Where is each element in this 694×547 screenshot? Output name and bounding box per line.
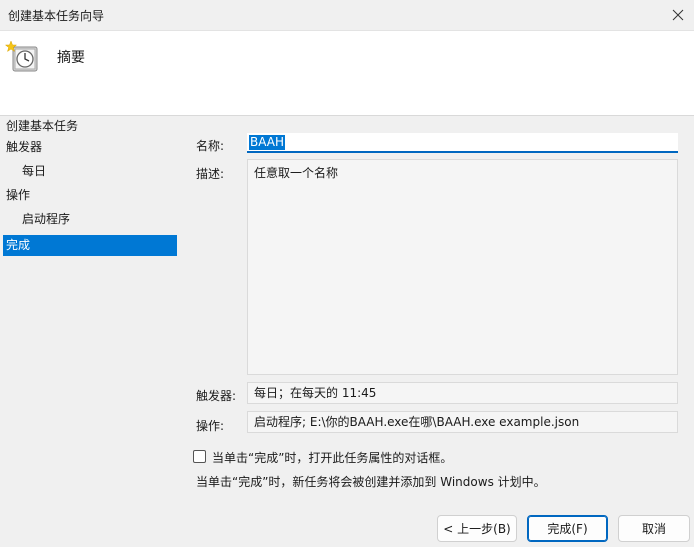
back-button[interactable]: < 上一步(B): [437, 515, 517, 542]
trigger-value: 每日；在每天的 11:45: [247, 382, 678, 404]
task-scheduler-clock-icon: [5, 40, 38, 72]
page-title: 摘要: [57, 50, 85, 66]
step-finish[interactable]: 完成: [3, 235, 177, 256]
open-properties-checkbox[interactable]: [193, 450, 206, 463]
step-action[interactable]: 操作: [3, 185, 177, 206]
name-field[interactable]: [247, 133, 678, 153]
cancel-button[interactable]: 取消: [618, 515, 690, 542]
step-trigger[interactable]: 触发器: [3, 137, 177, 158]
title-bar: 创建基本任务向导: [0, 0, 694, 31]
action-value: 启动程序; E:\你的BAAH.exe在哪\BAAH.exe example.j…: [247, 411, 678, 433]
info-text: 当单击“完成”时，新任务将会被创建并添加到 Windows 计划中。: [196, 475, 546, 489]
step-start-program[interactable]: 启动程序: [3, 209, 177, 230]
close-icon: [672, 9, 684, 21]
open-properties-label[interactable]: 当单击“完成”时，打开此任务属性的对话框。: [212, 449, 452, 466]
wizard-header: 摘要: [0, 31, 694, 116]
action-label: 操作:: [196, 419, 225, 433]
step-daily[interactable]: 每日: [3, 161, 177, 182]
name-value: BAAH: [249, 135, 286, 150]
name-label: 名称:: [196, 139, 225, 153]
description-field[interactable]: 任意取一个名称: [247, 159, 678, 375]
description-label: 描述:: [196, 167, 225, 181]
trigger-label: 触发器:: [196, 389, 237, 403]
finish-button[interactable]: 完成(F): [527, 515, 608, 542]
window-title: 创建基本任务向导: [8, 9, 105, 23]
close-button[interactable]: [662, 0, 694, 30]
step-create-basic-task[interactable]: 创建基本任务: [3, 116, 177, 137]
